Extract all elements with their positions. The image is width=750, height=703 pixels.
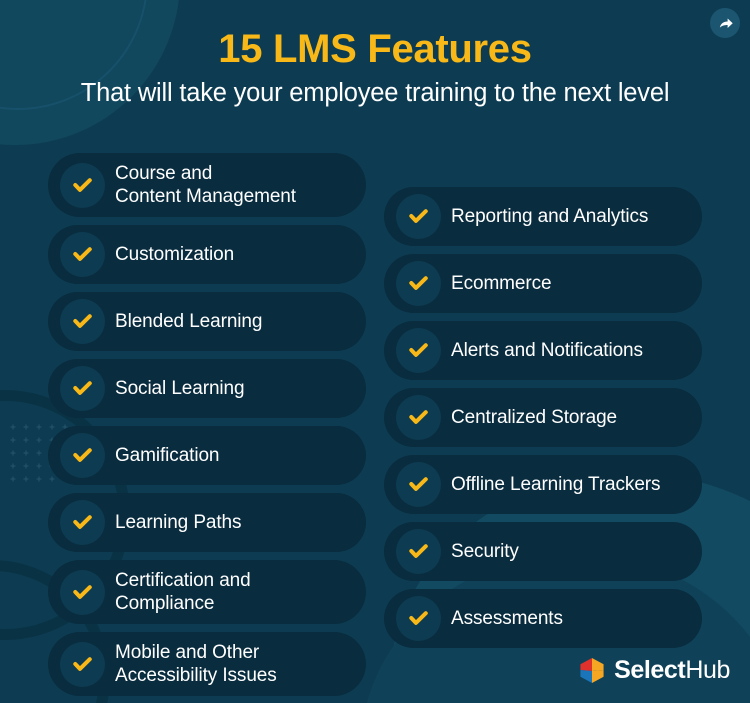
page-subtitle: That will take your employee training to…: [80, 79, 670, 108]
check-badge: [396, 261, 441, 306]
feature-label: Offline Learning Trackers: [451, 473, 661, 495]
feature-label: Centralized Storage: [451, 406, 618, 428]
logo-text-hub: Hub: [685, 656, 730, 684]
check-icon: [73, 584, 92, 599]
feature-item[interactable]: Ecommerce: [384, 254, 702, 313]
feature-label: Mobile and Other Accessibility Issues: [115, 641, 277, 686]
check-icon: [409, 276, 428, 290]
check-badge: [396, 596, 441, 641]
feature-item[interactable]: Alerts and Notifications: [384, 321, 702, 380]
feature-label: Ecommerce: [451, 272, 552, 294]
feature-item[interactable]: Assessments: [384, 589, 702, 648]
check-badge: [396, 194, 441, 239]
feature-item[interactable]: Gamification: [48, 426, 366, 485]
check-badge: [60, 366, 105, 411]
check-badge: [60, 162, 105, 208]
check-icon: [409, 544, 428, 558]
feature-item[interactable]: Reporting and Analytics: [384, 187, 702, 246]
feature-item[interactable]: Learning Paths: [48, 493, 366, 552]
check-icon: [73, 314, 92, 328]
check-icon: [409, 410, 428, 424]
check-icon: [73, 381, 92, 395]
check-icon: [73, 656, 92, 671]
feature-label: Social Learning: [115, 377, 245, 399]
feature-label: Blended Learning: [115, 310, 263, 332]
check-badge: [396, 462, 441, 507]
logo-text-select: Select: [614, 656, 686, 684]
feature-item[interactable]: Course and Content Management: [48, 153, 366, 217]
feature-item[interactable]: Offline Learning Trackers: [384, 455, 702, 514]
check-icon: [73, 177, 92, 192]
feature-label: Course and Content Management: [115, 162, 296, 207]
feature-label: Learning Paths: [115, 511, 242, 533]
feature-label: Alerts and Notifications: [451, 339, 643, 361]
feature-item[interactable]: Customization: [48, 225, 366, 284]
check-badge: [60, 641, 105, 687]
feature-label: Security: [451, 540, 519, 562]
feature-list-left: Course and Content Management Customizati…: [48, 153, 366, 696]
feature-item[interactable]: Blended Learning: [48, 292, 366, 351]
feature-label: Assessments: [451, 607, 563, 629]
check-badge: [60, 500, 105, 545]
page-title: 15 LMS Features: [218, 27, 532, 71]
feature-label: Certification and Compliance: [115, 569, 251, 614]
check-badge: [396, 395, 441, 440]
feature-item[interactable]: Security: [384, 522, 702, 581]
infographic-canvas: 15 LMS Features That will take your empl…: [0, 0, 750, 703]
check-badge: [60, 299, 105, 344]
check-icon: [73, 448, 92, 462]
feature-label: Reporting and Analytics: [451, 205, 649, 227]
check-icon: [409, 611, 428, 625]
check-badge: [396, 529, 441, 574]
check-icon: [409, 209, 428, 223]
feature-list-right: Reporting and Analytics Ecommerce Alerts a…: [384, 187, 702, 648]
check-icon: [73, 247, 92, 261]
feature-item[interactable]: Social Learning: [48, 359, 366, 418]
selecthub-logo[interactable]: SelectHub: [579, 656, 730, 685]
check-badge: [60, 232, 105, 277]
check-icon: [409, 343, 428, 357]
feature-item[interactable]: Mobile and Other Accessibility Issues: [48, 632, 366, 696]
feature-item[interactable]: Centralized Storage: [384, 388, 702, 447]
check-icon: [73, 515, 92, 529]
feature-label: Gamification: [115, 444, 220, 466]
feature-item[interactable]: Certification and Compliance: [48, 560, 366, 624]
logo-wordmark: SelectHub: [614, 656, 730, 685]
check-badge: [396, 328, 441, 373]
selecthub-cube-icon: [580, 657, 604, 684]
header: 15 LMS Features That will take your empl…: [0, 27, 750, 108]
check-badge: [60, 433, 105, 478]
feature-label: Customization: [115, 243, 235, 265]
check-icon: [409, 477, 428, 491]
check-badge: [60, 569, 105, 615]
